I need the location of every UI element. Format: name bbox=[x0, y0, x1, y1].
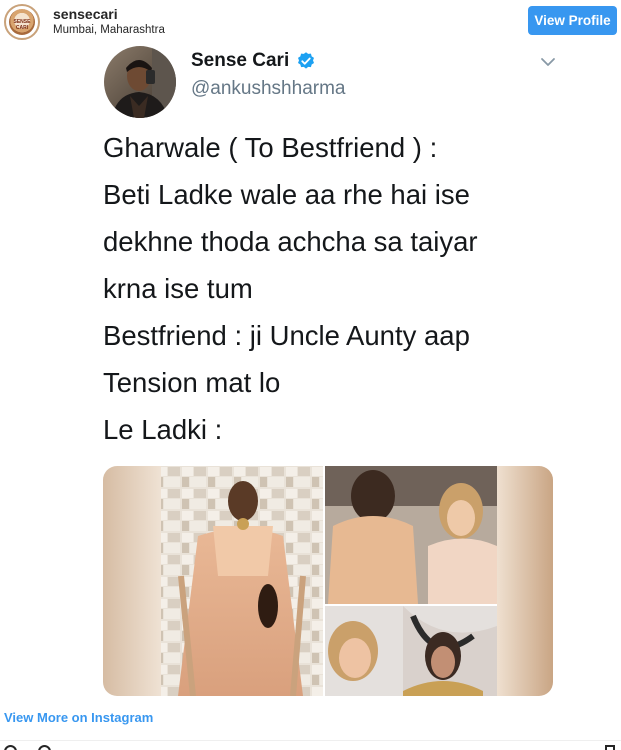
tweet-handle: @ankushshharma bbox=[191, 78, 346, 99]
tweet-text-line: Beti Ladke wale aa rhe hai ise bbox=[103, 179, 470, 210]
tweet-text-line: Le Ladki : bbox=[103, 414, 223, 445]
view-more-on-instagram-link[interactable]: View More on Instagram bbox=[4, 710, 153, 725]
instagram-action-bar bbox=[0, 740, 621, 750]
tweet-avatar bbox=[104, 46, 176, 118]
avatar-brand-text: SENSE CARI bbox=[13, 19, 31, 31]
tweet-text-line: Tension mat lo bbox=[103, 367, 281, 398]
tweet-text-line: krna ise tum bbox=[103, 273, 253, 304]
view-profile-button[interactable]: View Profile bbox=[528, 6, 617, 35]
instagram-avatar[interactable]: SENSE CARI bbox=[4, 4, 40, 40]
tweet-text-line: Gharwale ( To Bestfriend ) : bbox=[103, 132, 438, 163]
tweet-photo-collage[interactable] bbox=[103, 466, 553, 696]
chevron-down-icon[interactable] bbox=[540, 54, 556, 70]
heart-icon[interactable] bbox=[4, 745, 17, 750]
tweet-display-name-row: Sense Cari bbox=[191, 50, 316, 72]
tweet-text-line: dekhne thoda achcha sa taiyar bbox=[103, 226, 478, 257]
tweet-screenshot: Sense Cari @ankushshharma Gharwale ( To … bbox=[0, 42, 621, 704]
tweet-text: Gharwale ( To Bestfriend ) : Beti Ladke … bbox=[103, 124, 583, 453]
tweet-display-name: Sense Cari bbox=[191, 50, 290, 71]
instagram-embed-header: SENSE CARI sensecari Mumbai, Maharashtra… bbox=[0, 0, 621, 42]
comment-icon[interactable] bbox=[38, 745, 51, 750]
verified-badge-icon bbox=[298, 52, 315, 69]
instagram-location[interactable]: Mumbai, Maharashtra bbox=[53, 24, 165, 36]
bookmark-icon[interactable] bbox=[605, 745, 615, 750]
tweet-text-line: Bestfriend : ji Uncle Aunty aap bbox=[103, 320, 470, 351]
instagram-username[interactable]: sensecari bbox=[53, 6, 118, 22]
